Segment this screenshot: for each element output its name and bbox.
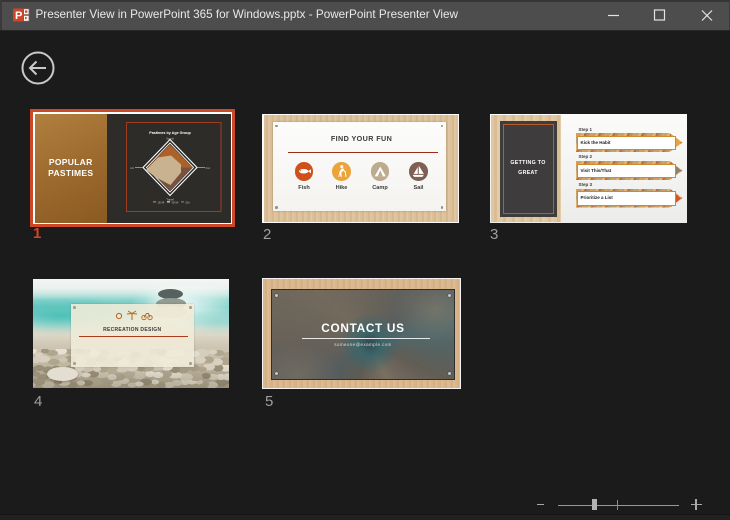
svg-text:18-34: 18-34 <box>157 200 164 204</box>
svg-text:Pastimes by Age Group: Pastimes by Age Group <box>149 131 191 135</box>
svg-text:Art: Art <box>130 166 134 170</box>
svg-text:P: P <box>15 10 22 22</box>
svg-text:55+: 55+ <box>185 200 190 204</box>
svg-text:35-54: 35-54 <box>171 200 178 204</box>
svg-text:Fun: Fun <box>205 166 210 170</box>
